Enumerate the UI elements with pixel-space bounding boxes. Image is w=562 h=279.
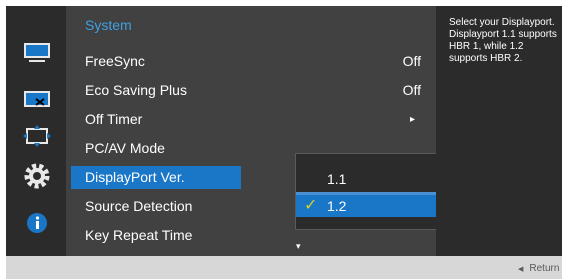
menu-item-eco-saving-plus[interactable]: Eco Saving Plus Off bbox=[71, 79, 421, 102]
footer-bar: ◀ Return bbox=[6, 256, 562, 279]
menu-header: System bbox=[85, 17, 132, 33]
icon-rail bbox=[6, 6, 66, 256]
menu-item-freesync[interactable]: FreeSync Off bbox=[71, 50, 421, 73]
menu-item-label: DisplayPort Ver. bbox=[85, 169, 185, 185]
menu-item-label: Key Repeat Time bbox=[85, 227, 193, 243]
info-panel: Select your Displayport. Displayport 1.1… bbox=[436, 6, 562, 256]
return-arrow-icon: ◀ bbox=[518, 266, 524, 273]
submenu-option-label: 1.1 bbox=[327, 171, 347, 187]
menu-item-value: Off bbox=[402, 53, 421, 69]
onscreen-display-icon[interactable] bbox=[23, 124, 51, 148]
checkmark-icon: ✓ bbox=[304, 197, 318, 214]
screen-adjust-icon[interactable] bbox=[23, 87, 51, 111]
picture-icon[interactable] bbox=[23, 41, 51, 65]
menu-item-label: FreeSync bbox=[85, 53, 145, 69]
system-gear-icon[interactable] bbox=[23, 163, 51, 189]
menu-item-label: Eco Saving Plus bbox=[85, 82, 187, 98]
scroll-down-icon[interactable]: ▾ bbox=[296, 241, 301, 252]
menu-item-displayport-ver[interactable]: DisplayPort Ver. bbox=[71, 166, 241, 189]
menu-item-off-timer[interactable]: Off Timer ▸ bbox=[71, 108, 421, 131]
menu-item-label: Source Detection bbox=[85, 198, 193, 214]
osd-window: System FreeSync Off Eco Saving Plus Off … bbox=[6, 6, 562, 279]
return-button[interactable]: ◀ Return bbox=[518, 263, 559, 274]
submenu-option-label: 1.2 bbox=[327, 198, 347, 214]
submenu-arrow-icon: ▸ bbox=[409, 114, 415, 125]
return-label: Return bbox=[529, 263, 560, 274]
information-icon[interactable] bbox=[23, 211, 51, 235]
info-description: Select your Displayport. Displayport 1.1… bbox=[449, 17, 557, 64]
menu-item-value: Off bbox=[402, 82, 421, 98]
system-menu-panel: System FreeSync Off Eco Saving Plus Off … bbox=[66, 6, 482, 256]
menu-item-label: Off Timer bbox=[85, 111, 143, 127]
menu-item-label: PC/AV Mode bbox=[85, 140, 165, 156]
